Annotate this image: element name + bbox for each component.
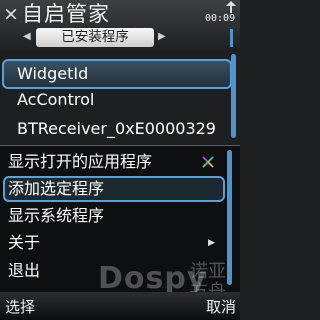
app-switch-icon — [202, 156, 214, 168]
list-scrollbar[interactable] — [231, 54, 236, 138]
menu-item-add-selected[interactable]: 添加选定程序 — [3, 176, 225, 202]
app-title: 自启管家 — [22, 2, 110, 26]
menu-item-label: 添加选定程序 — [8, 179, 105, 198]
menu-item-show-open-apps[interactable]: 显示打开的应用程序 — [0, 150, 228, 174]
tab-left-arrow-icon[interactable]: ◀ — [23, 30, 33, 44]
chevron-right-icon: ▶ — [208, 238, 215, 248]
list-item[interactable]: AcControl — [0, 85, 240, 115]
menu-item-label: 显示系统程序 — [8, 206, 105, 225]
softkey-bar: 选择 取消 — [0, 292, 240, 320]
menu-item-show-system-programs[interactable]: 显示系统程序 — [0, 204, 228, 228]
list-item-label: AcControl — [17, 90, 95, 109]
title-bar: × 自启管家 00:09 ◀ 已安装程序 ▶ — [0, 0, 240, 52]
menu-item-about[interactable]: 关于 ▶ — [0, 231, 228, 255]
close-button[interactable]: × — [3, 3, 19, 25]
menu-item-label: 关于 — [8, 233, 41, 252]
network-signal-icon — [226, 1, 236, 13]
menu-item-label: 显示打开的应用程序 — [8, 152, 153, 171]
menu-item-label: 退出 — [8, 261, 41, 280]
tab-installed-programs[interactable]: 已安装程序 — [36, 28, 154, 47]
tab-right-arrow-icon[interactable]: ▶ — [158, 30, 168, 44]
softkey-cancel-button[interactable]: 取消 — [206, 296, 236, 318]
signal-strength-icon — [230, 29, 233, 47]
list-item[interactable]: BTReceiver_0xE0000329 — [0, 114, 240, 144]
list-item-label: WidgetId — [17, 64, 89, 83]
softkey-select-button[interactable]: 选择 — [5, 296, 35, 318]
clock: 00:09 — [205, 13, 236, 24]
list-item-label: BTReceiver_0xE0000329 — [17, 119, 216, 138]
